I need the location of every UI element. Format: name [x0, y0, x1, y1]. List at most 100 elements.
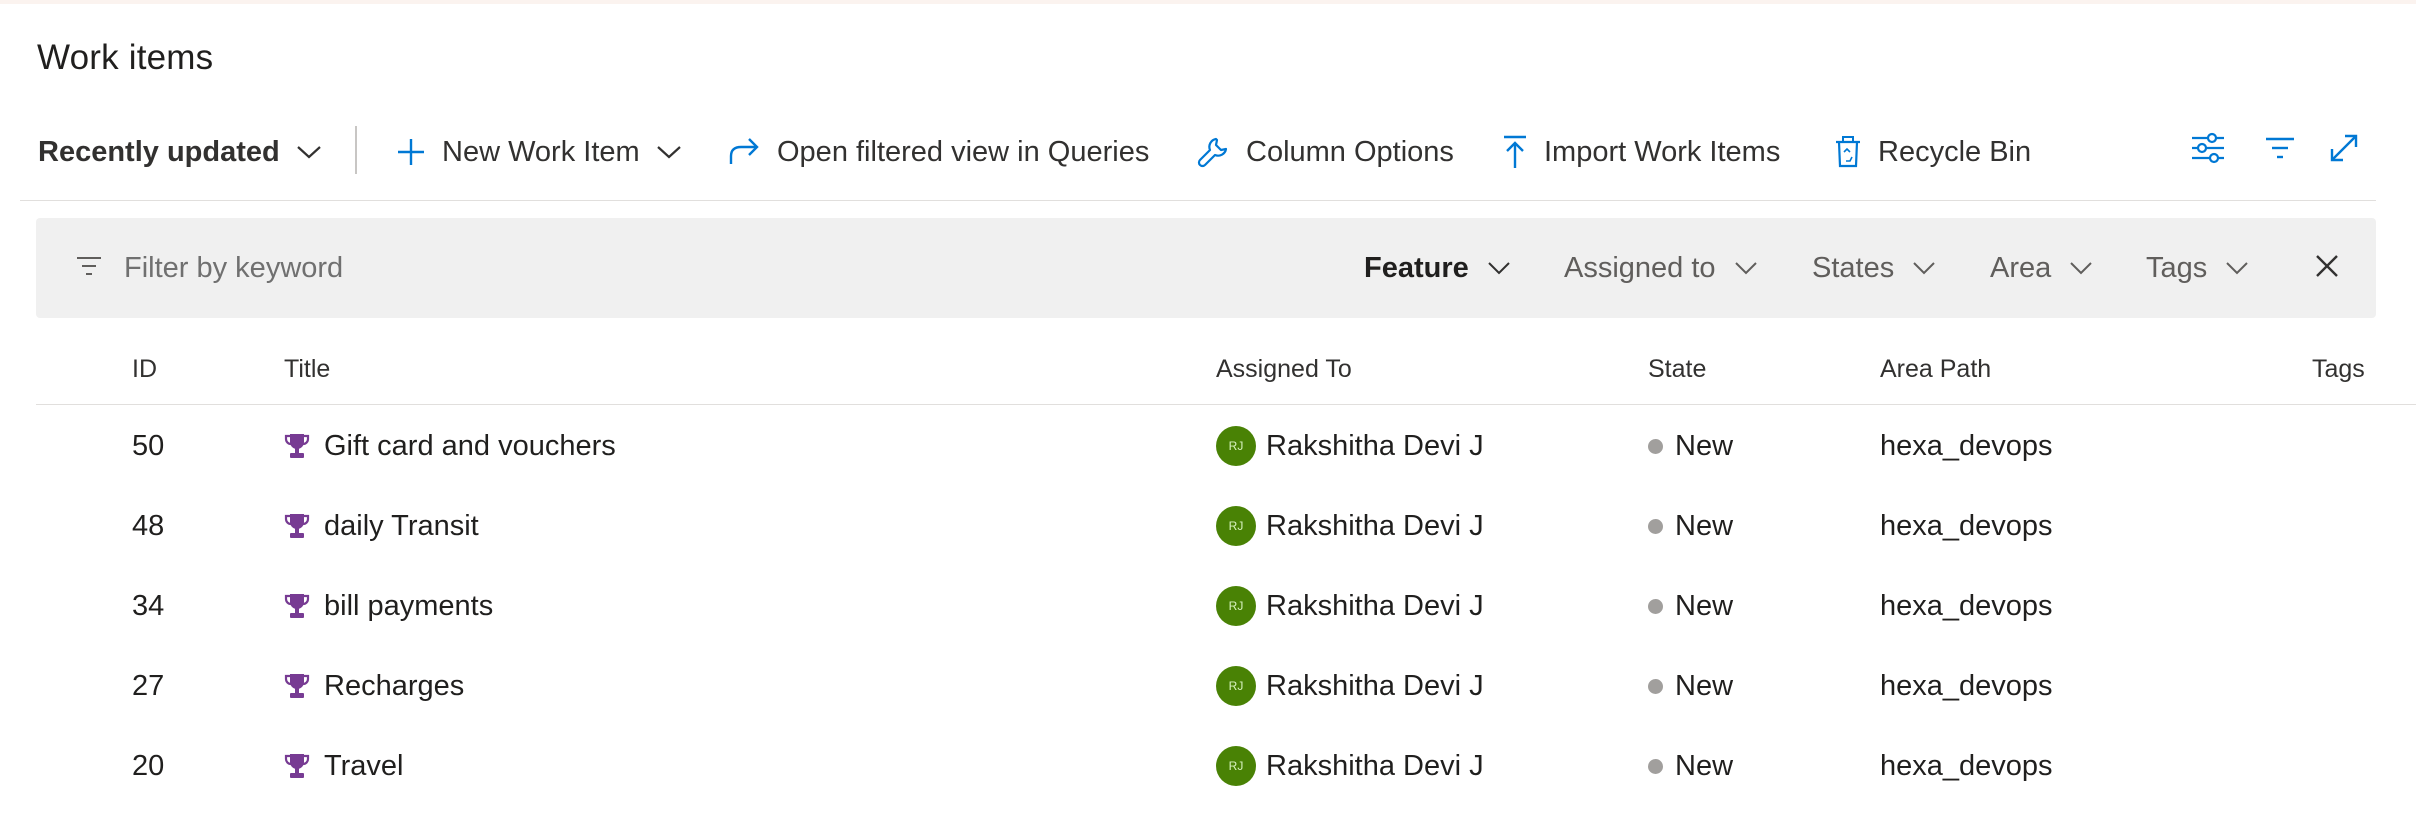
table-row[interactable]: 50 Gift card and vouchers RJ Rakshitha D… — [0, 406, 2416, 486]
state-dot-icon — [1648, 678, 1663, 694]
view-options-icon — [2190, 131, 2226, 173]
area-path-cell: hexa_devops — [1880, 509, 2053, 542]
area-path-cell: hexa_devops — [1880, 669, 2053, 702]
table-row[interactable]: 34 bill payments RJ Rakshitha Devi J New… — [0, 566, 2416, 646]
work-item-title-link[interactable]: bill payments — [324, 590, 493, 623]
state-dot-icon — [1648, 598, 1663, 614]
trophy-icon — [284, 512, 310, 540]
assigned-to-cell: RJ Rakshitha Devi J — [1216, 486, 1484, 566]
filter-pill-area[interactable]: Area — [1990, 218, 2093, 318]
filter-pill-label: Tags — [2146, 251, 2208, 284]
filter-pill-feature[interactable]: Feature — [1364, 218, 1511, 318]
area-path-cell: hexa_devops — [1880, 749, 2053, 782]
table-header-divider — [36, 404, 2416, 405]
chevron-down-icon — [2069, 261, 2093, 275]
toolbar-divider — [355, 126, 357, 174]
avatar: RJ — [1216, 666, 1256, 706]
new-work-item-button[interactable]: New Work Item — [396, 118, 682, 186]
trophy-icon — [284, 752, 310, 780]
toolbar: Recently updated New Work Item Open filt… — [0, 118, 2416, 186]
filter-pill-label: Area — [1990, 251, 2052, 284]
chevron-down-icon — [656, 144, 682, 160]
work-item-id: 48 — [132, 509, 165, 542]
view-options-button[interactable] — [2190, 118, 2226, 186]
filter-pill-label: States — [1812, 251, 1895, 284]
share-arrow-icon — [727, 136, 761, 168]
column-options-button[interactable]: Column Options — [1196, 118, 1454, 186]
top-accent-bar — [0, 0, 2416, 4]
assigned-to-name: Rakshitha Devi J — [1266, 509, 1484, 542]
state-cell: New — [1648, 486, 1733, 566]
new-work-item-label: New Work Item — [442, 135, 640, 168]
table-row[interactable]: 20 Travel RJ Rakshitha Devi J New hexa_d… — [0, 726, 2416, 806]
work-item-title-cell: daily Transit — [284, 486, 479, 566]
filter-toggle-button[interactable] — [2264, 118, 2296, 186]
work-item-title-cell: Travel — [284, 726, 404, 806]
table-header: ID Title Assigned To State Area Path Tag… — [0, 336, 2416, 402]
open-in-queries-label: Open filtered view in Queries — [777, 135, 1150, 168]
avatar: RJ — [1216, 746, 1256, 786]
work-item-title-link[interactable]: Recharges — [324, 670, 464, 703]
area-path-cell: hexa_devops — [1880, 589, 2053, 622]
assigned-to-name: Rakshitha Devi J — [1266, 749, 1484, 782]
column-header-title[interactable]: Title — [284, 336, 330, 402]
trophy-icon — [284, 432, 310, 460]
assigned-to-cell: RJ Rakshitha Devi J — [1216, 726, 1484, 806]
filter-pill-states[interactable]: States — [1812, 218, 1936, 318]
column-header-tags[interactable]: Tags — [2312, 336, 2365, 402]
filter-pill-tags[interactable]: Tags — [2146, 218, 2249, 318]
plus-icon — [396, 137, 426, 167]
recycle-bin-label: Recycle Bin — [1878, 135, 2032, 168]
avatar: RJ — [1216, 426, 1256, 466]
state-label: New — [1675, 429, 1734, 462]
state-label: New — [1675, 749, 1734, 782]
area-path-cell: hexa_devops — [1880, 429, 2053, 462]
assigned-to-name: Rakshitha Devi J — [1266, 589, 1484, 622]
wrench-icon — [1196, 135, 1230, 169]
view-selector-dropdown[interactable]: Recently updated — [38, 118, 322, 186]
open-in-queries-button[interactable]: Open filtered view in Queries — [727, 118, 1149, 186]
trophy-icon — [284, 672, 310, 700]
page-title: Work items — [37, 38, 214, 77]
import-work-items-label: Import Work Items — [1544, 135, 1781, 168]
filter-pill-label: Feature — [1364, 251, 1469, 284]
avatar: RJ — [1216, 506, 1256, 546]
table-row[interactable]: 48 daily Transit RJ Rakshitha Devi J New… — [0, 486, 2416, 566]
view-selector-label: Recently updated — [38, 135, 280, 168]
recycle-bin-button[interactable]: Recycle Bin — [1834, 118, 2031, 186]
state-dot-icon — [1648, 438, 1663, 454]
filter-keyword-input[interactable] — [122, 250, 722, 286]
work-item-title-link[interactable]: daily Transit — [324, 510, 479, 543]
toolbar-divider-line — [20, 200, 2376, 201]
assigned-to-cell: RJ Rakshitha Devi J — [1216, 406, 1484, 486]
filter-pill-label: Assigned to — [1564, 251, 1716, 284]
column-header-state[interactable]: State — [1648, 336, 1706, 402]
state-cell: New — [1648, 566, 1733, 646]
close-icon — [2314, 253, 2340, 284]
filter-icon — [76, 254, 102, 283]
work-item-id: 34 — [132, 589, 165, 622]
column-header-area-path[interactable]: Area Path — [1880, 336, 1991, 402]
chevron-down-icon — [1734, 261, 1758, 275]
column-header-id[interactable]: ID — [132, 336, 157, 402]
work-item-title-cell: Gift card and vouchers — [284, 406, 616, 486]
clear-filter-button[interactable] — [2314, 218, 2340, 318]
fullscreen-icon — [2328, 132, 2360, 172]
filter-keyword-wrap — [76, 218, 722, 318]
state-cell: New — [1648, 406, 1733, 486]
chevron-down-icon — [2225, 261, 2249, 275]
work-item-title-link[interactable]: Travel — [324, 750, 404, 783]
assigned-to-name: Rakshitha Devi J — [1266, 669, 1484, 702]
column-header-assigned-to[interactable]: Assigned To — [1216, 336, 1352, 402]
work-item-title-link[interactable]: Gift card and vouchers — [324, 430, 616, 463]
state-label: New — [1675, 669, 1734, 702]
fullscreen-button[interactable] — [2328, 118, 2360, 186]
avatar: RJ — [1216, 586, 1256, 626]
import-work-items-button[interactable]: Import Work Items — [1502, 118, 1780, 186]
filter-pill-assigned-to[interactable]: Assigned to — [1564, 218, 1758, 318]
work-item-id: 50 — [132, 429, 165, 462]
work-item-id: 20 — [132, 749, 165, 782]
chevron-down-icon — [296, 144, 322, 160]
trash-icon — [1834, 135, 1862, 169]
table-row[interactable]: 27 Recharges RJ Rakshitha Devi J New hex… — [0, 646, 2416, 726]
